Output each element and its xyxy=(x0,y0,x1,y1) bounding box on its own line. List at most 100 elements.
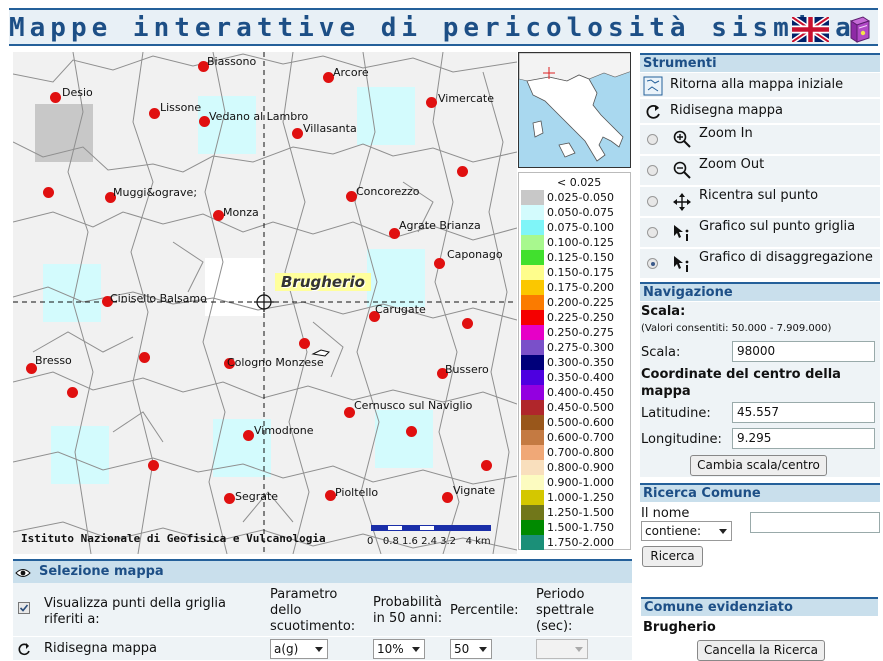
longitude-label: Longitudine: xyxy=(641,432,722,447)
legend-label: 0.050-0.075 xyxy=(547,206,614,219)
legend-label: 0.800-0.900 xyxy=(547,461,614,474)
redraw-map-link[interactable]: Ridisegna mappa xyxy=(44,641,157,657)
legend-swatch xyxy=(521,520,544,535)
map-selection-panel: Selezione mappa Visualizza punti della g… xyxy=(13,559,632,660)
place-dot-extra-9[interactable] xyxy=(148,460,159,471)
legend-label: 0.150-0.175 xyxy=(547,266,614,279)
param-select[interactable]: a(g) xyxy=(270,639,328,659)
place-dot-extra-2[interactable] xyxy=(43,187,54,198)
place-dot-desio[interactable] xyxy=(50,92,61,103)
zoom-in-radio[interactable] xyxy=(647,134,658,145)
place-dot-segrate[interactable] xyxy=(224,493,235,504)
show-points-label: Visualizza punti della griglia riferiti … xyxy=(44,596,226,627)
refresh-icon[interactable] xyxy=(16,641,32,657)
place-dot-lissone[interactable] xyxy=(149,108,160,119)
chevron-down-icon xyxy=(479,647,487,652)
tool-reset-map[interactable]: Ritorna alla mappa iniziale xyxy=(640,73,880,98)
percentile-select[interactable]: 50 xyxy=(450,639,492,659)
place-dot-caponago[interactable] xyxy=(434,258,445,269)
legend-swatch xyxy=(521,280,544,295)
disaggregation-chart-radio[interactable] xyxy=(647,258,658,269)
legend-label: 0.275-0.300 xyxy=(547,341,614,354)
legend-label: 1.750-2.000 xyxy=(547,536,614,549)
place-label: Agrate Brianza xyxy=(399,219,481,232)
legend-label: 0.075-0.100 xyxy=(547,221,614,234)
probability-select[interactable]: 10% xyxy=(373,639,425,659)
recenter-radio[interactable] xyxy=(647,196,658,207)
longitude-input[interactable]: 9.295 xyxy=(732,428,875,449)
chevron-down-icon xyxy=(412,647,420,652)
legend-label: 0.175-0.200 xyxy=(547,281,614,294)
hazard-map[interactable]: Biassono Arcore Desio Lissone Vedano al … xyxy=(13,52,517,554)
legend-row: 0.400-0.450 xyxy=(521,385,630,400)
legend-label: 0.025-0.050 xyxy=(547,191,614,204)
place-dot-extra-5[interactable] xyxy=(299,338,310,349)
place-dot-villasanta[interactable] xyxy=(292,128,303,139)
uk-flag-icon[interactable] xyxy=(792,17,829,42)
scale-heading: Scala: xyxy=(641,304,686,319)
tool-disaggregation-chart[interactable]: Grafico di disaggregazione xyxy=(640,249,880,279)
legend-label: 0.200-0.225 xyxy=(547,296,614,309)
place-label: Concorezzo xyxy=(356,185,420,198)
show-points-checkbox[interactable] xyxy=(18,602,30,614)
place-label: Carugate xyxy=(375,303,426,316)
legend-row: 0.600-0.700 xyxy=(521,430,630,445)
legend-label: 1.000-1.250 xyxy=(547,491,614,504)
search-button[interactable]: Ricerca xyxy=(642,546,703,567)
search-name-label: Il nome xyxy=(641,506,690,521)
legend-swatch xyxy=(521,250,544,265)
place-dot-extra-7[interactable] xyxy=(406,426,417,437)
latitude-input[interactable]: 45.557 xyxy=(732,402,875,423)
place-dot-extra-8[interactable] xyxy=(481,460,492,471)
period-select[interactable] xyxy=(536,639,588,659)
tool-zoom-out[interactable]: Zoom Out xyxy=(640,156,880,186)
probability-label: Probabilità in 50 anni: xyxy=(373,595,443,626)
highlighted-name: Brugherio xyxy=(643,620,716,635)
place-label: Cinisello Balsamo xyxy=(110,292,207,305)
tool-label: Ritorna alla mappa iniziale xyxy=(670,77,844,92)
change-scale-center-button[interactable]: Cambia scala/centro xyxy=(690,455,827,476)
legend-row: 0.450-0.500 xyxy=(521,400,630,415)
place-dot-vimodrone[interactable] xyxy=(243,430,254,441)
legend-label: 0.300-0.350 xyxy=(547,356,614,369)
place-dot-extra-1[interactable] xyxy=(457,166,468,177)
place-dot-extra-4[interactable] xyxy=(139,352,150,363)
navigation-panel-title: Navigazione xyxy=(640,282,880,301)
place-label: Segrate xyxy=(235,490,279,503)
page-title: Mappe interattive di pericolosità sismic… xyxy=(9,13,856,43)
place-dot-vimercate[interactable] xyxy=(426,97,437,108)
place-dot-extra-3[interactable] xyxy=(462,318,473,329)
tool-zoom-in[interactable]: Zoom In xyxy=(640,125,880,155)
scale-input[interactable]: 98000 xyxy=(732,341,875,362)
search-input[interactable] xyxy=(750,512,880,533)
place-dot-extra-6[interactable] xyxy=(67,387,78,398)
legend-swatch xyxy=(521,445,544,460)
grid-chart-radio[interactable] xyxy=(647,227,658,238)
search-mode-select[interactable]: contiene: xyxy=(641,521,732,541)
legend-row: 0.300-0.350 xyxy=(521,355,630,370)
overview-map[interactable] xyxy=(518,52,631,168)
legend-swatch xyxy=(521,340,544,355)
legend-label: 0.400-0.450 xyxy=(547,386,614,399)
place-dot-vignate[interactable] xyxy=(442,492,453,503)
period-label: Periodo spettrale (sec): xyxy=(536,587,595,634)
tool-redraw-map[interactable]: Ridisegna mappa xyxy=(640,99,880,124)
place-label: Caponago xyxy=(447,248,503,261)
legend-swatch xyxy=(521,535,544,550)
tool-label: Zoom Out xyxy=(699,157,765,172)
place-label: Lissone xyxy=(160,101,202,114)
map-selection-header: Selezione mappa xyxy=(13,559,632,583)
legend-swatch xyxy=(521,460,544,475)
book-icon[interactable] xyxy=(847,16,871,44)
param-label: Parametro dello scuotimento: xyxy=(270,587,356,634)
legend-swatch xyxy=(521,355,544,370)
tool-grid-chart[interactable]: Grafico sul punto griglia xyxy=(640,218,880,248)
legend-row: 0.800-0.900 xyxy=(521,460,630,475)
tool-recenter[interactable]: Ricentra sul punto xyxy=(640,187,880,217)
place-label: Bussero xyxy=(445,363,489,376)
zoom-out-radio[interactable] xyxy=(647,165,658,176)
tool-label: Ridisegna mappa xyxy=(670,103,783,118)
map-selection-title: Selezione mappa xyxy=(39,564,164,579)
map-canvas xyxy=(13,52,517,554)
clear-search-button[interactable]: Cancella la Ricerca xyxy=(697,640,825,661)
